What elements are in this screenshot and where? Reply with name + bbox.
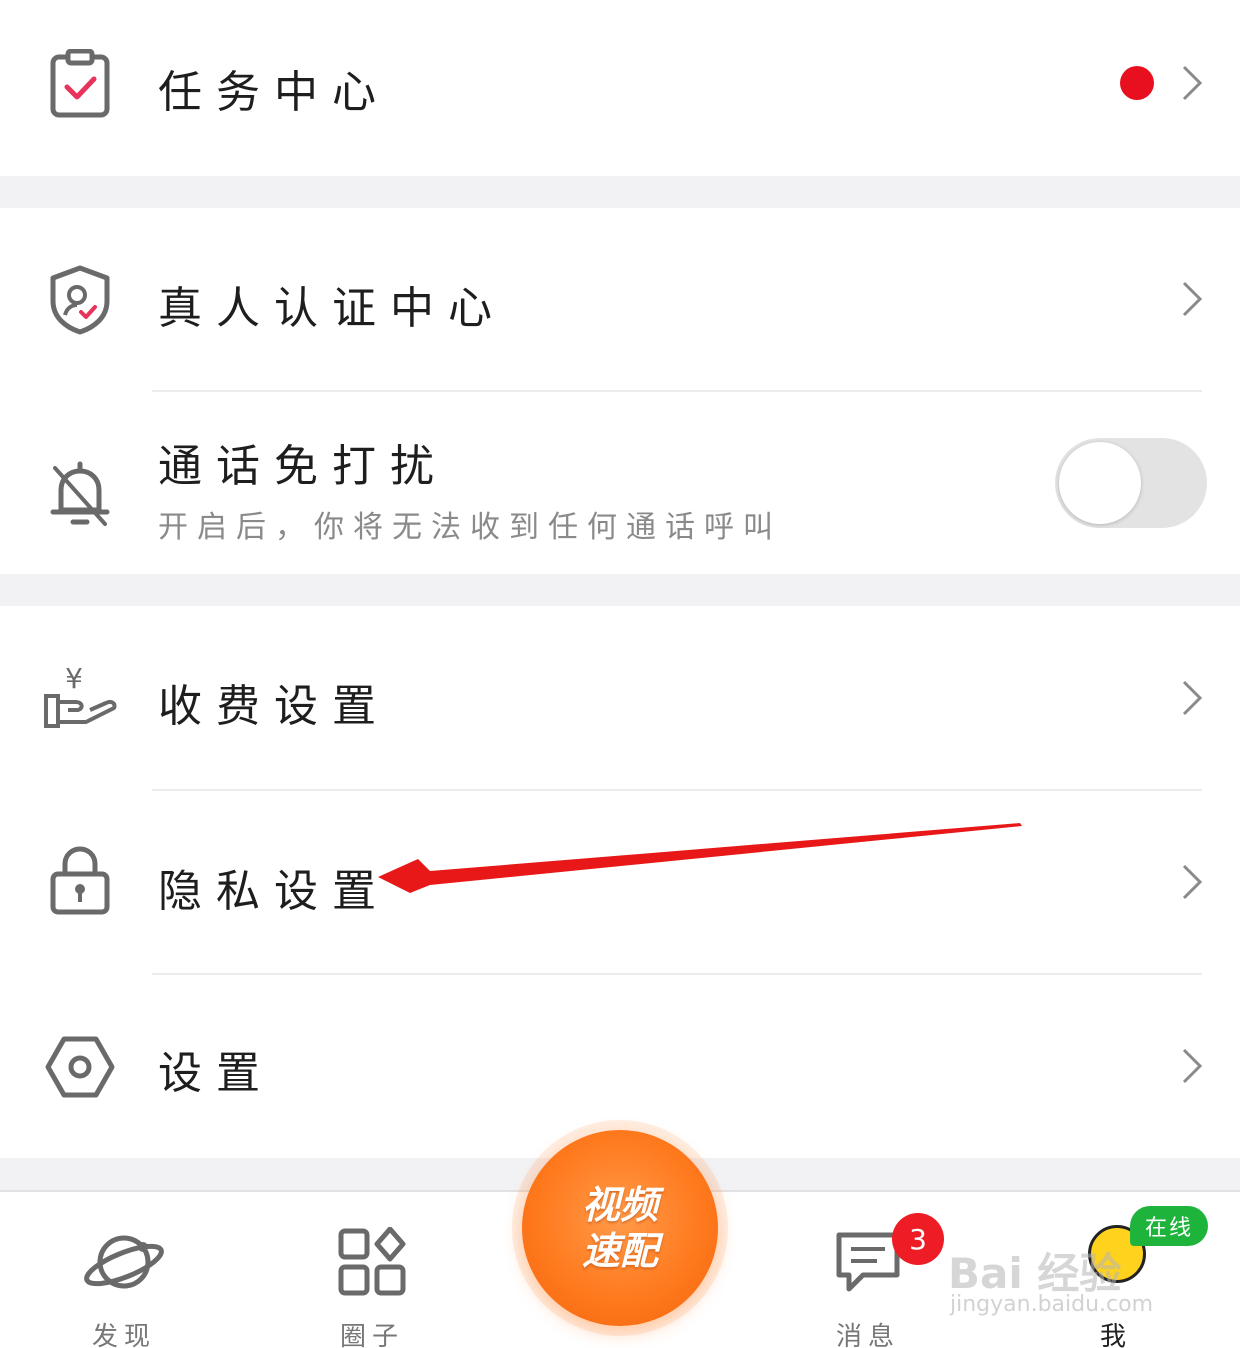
yen-hand-icon: ¥ bbox=[40, 658, 120, 738]
video-match-line1: 视频 bbox=[581, 1183, 658, 1227]
chevron-right-icon bbox=[1172, 857, 1212, 907]
verify-section: 真人认证中心 通话免打扰 开启后，你将无法收到任何通话呼叫 bbox=[0, 208, 1240, 574]
video-match-line2: 速配 bbox=[581, 1229, 658, 1273]
chevron-right-icon bbox=[1172, 673, 1212, 723]
planet-icon bbox=[79, 1222, 169, 1302]
tab-messages-label: 消息 bbox=[835, 1322, 900, 1348]
shield-person-icon bbox=[40, 260, 120, 340]
lock-icon bbox=[40, 841, 120, 921]
task-center-section: 任务中心 bbox=[0, 0, 1240, 176]
tab-circle-label: 圈子 bbox=[339, 1322, 404, 1348]
tab-discover-label: 发现 bbox=[91, 1322, 156, 1348]
svg-text:¥: ¥ bbox=[65, 662, 83, 695]
dnd-description: 开启后，你将无法收到任何通话呼叫 bbox=[158, 510, 782, 545]
dnd-toggle[interactable] bbox=[1055, 438, 1207, 528]
chevron-right-icon bbox=[1172, 1041, 1212, 1091]
chevron-right-icon bbox=[1172, 274, 1212, 324]
section-gap bbox=[0, 176, 1240, 208]
online-status-badge: 在线 bbox=[1130, 1206, 1208, 1246]
dnd-label: 通话免打扰 bbox=[158, 441, 448, 492]
dnd-row: 通话免打扰 开启后，你将无法收到任何通话呼叫 bbox=[0, 392, 1240, 574]
watermark-url: jingyan.baidu.com bbox=[950, 1292, 1154, 1317]
hexagon-gear-icon bbox=[40, 1027, 120, 1107]
verify-center-label: 真人认证中心 bbox=[158, 283, 506, 334]
annotation-arrow bbox=[378, 823, 1022, 893]
notification-dot bbox=[1120, 66, 1154, 100]
chevron-right-icon bbox=[1172, 58, 1212, 108]
tab-me-label: 我 bbox=[1099, 1322, 1132, 1348]
tab-discover[interactable]: 发现 bbox=[64, 1222, 184, 1348]
clipboard-check-icon bbox=[40, 44, 120, 124]
verify-center-row[interactable]: 真人认证中心 bbox=[0, 208, 1240, 390]
privacy-settings-label: 隐私设置 bbox=[158, 866, 390, 917]
charge-settings-row[interactable]: ¥ 收费设置 bbox=[0, 606, 1240, 790]
task-center-label: 任务中心 bbox=[158, 67, 390, 118]
settings-label: 设置 bbox=[158, 1048, 274, 1099]
grid-icon bbox=[327, 1222, 417, 1302]
task-center-row[interactable]: 任务中心 bbox=[0, 0, 1240, 176]
charge-settings-label: 收费设置 bbox=[158, 681, 390, 732]
message-count-badge: 3 bbox=[892, 1213, 944, 1265]
toggle-knob bbox=[1059, 442, 1141, 524]
tab-circle[interactable]: 圈子 bbox=[312, 1222, 432, 1348]
video-match-button[interactable]: 视频 速配 bbox=[522, 1130, 718, 1326]
section-gap bbox=[0, 574, 1240, 606]
bell-off-icon bbox=[40, 454, 120, 534]
